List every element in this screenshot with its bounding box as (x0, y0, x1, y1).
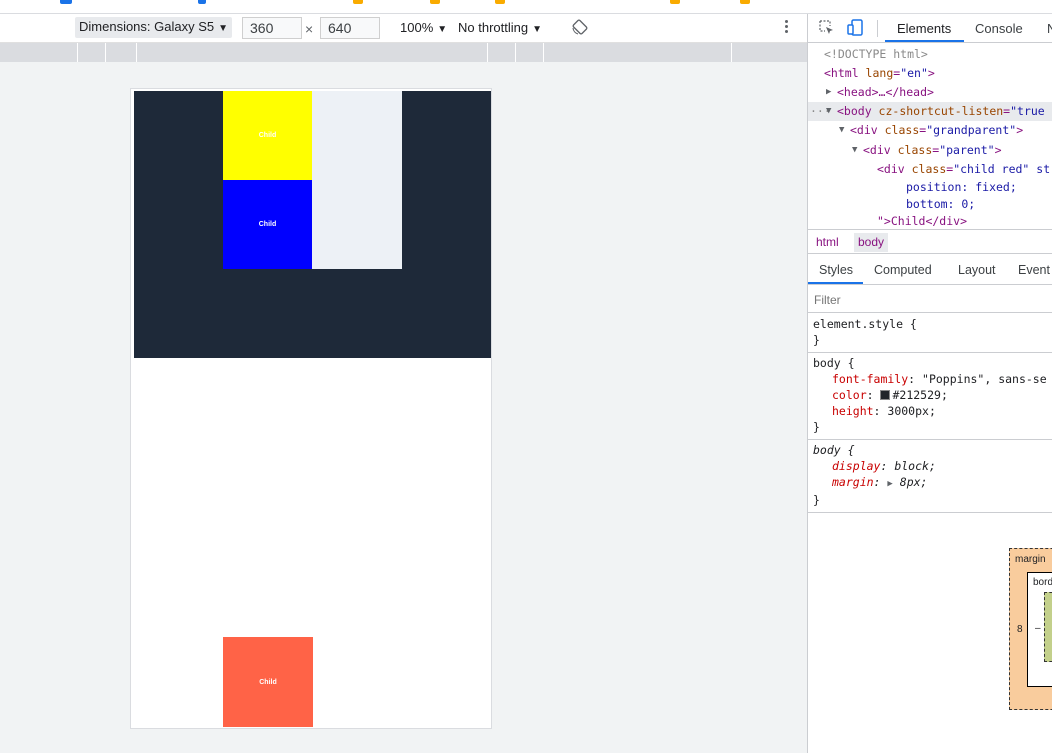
decl-margin[interactable]: margin: ▶ 8px; (813, 474, 1052, 492)
box-model-margin-left: 8 (1017, 624, 1023, 635)
dom-node-body[interactable]: ··· ▼ <body cz-shortcut-listen="true (808, 102, 1052, 121)
chevron-down-icon: ▼ (218, 23, 229, 34)
tab-console[interactable]: Console (975, 21, 1023, 36)
child-blue-box: Child (223, 180, 312, 269)
active-tab-indicator (808, 282, 863, 284)
zoom-dropdown[interactable]: 100% ▼ (400, 20, 447, 35)
tab-event-listeners[interactable]: Event (1018, 263, 1050, 277)
dom-tree: <!DOCTYPE html> <html lang="en"> ▶ <head… (808, 44, 1052, 227)
device-toolbar: Dimensions: Galaxy S5▼ × 100%▼ No thrott… (0, 14, 807, 43)
tab-next[interactable]: N (1047, 21, 1052, 36)
dimensions-label: Dimensions: Galaxy S5 (79, 19, 215, 34)
dimensions-dropdown[interactable]: Dimensions: Galaxy S5 ▼ (75, 17, 233, 38)
child-label: Child (258, 132, 277, 139)
dom-node-html[interactable]: <html lang="en"> (808, 64, 1052, 83)
box-model-diagram[interactable]: margin 8 bord – (1009, 548, 1052, 710)
dom-node-grandparent[interactable]: ▼ <div class="grandparent"> (808, 121, 1052, 140)
box-model-margin-label: margin (1015, 554, 1046, 565)
tab-icon-fragment (198, 0, 206, 4)
decl-display[interactable]: display: block; (813, 458, 1052, 474)
box-model-padding (1044, 592, 1052, 662)
tab-computed[interactable]: Computed (874, 263, 932, 277)
collapse-triangle-icon[interactable]: ▼ (839, 121, 844, 140)
tab-icon-fragment (353, 0, 363, 4)
collapse-triangle-icon[interactable]: ▼ (826, 102, 831, 121)
throttling-dropdown[interactable]: No throttling ▼ (458, 20, 542, 35)
tab-styles[interactable]: Styles (819, 263, 853, 277)
dom-node-child-close[interactable]: ">Child</div> (808, 212, 1052, 227)
breadcrumb: html body (808, 229, 1052, 254)
tab-icon-fragment (60, 0, 72, 4)
grandparent-box: Child Child (134, 91, 491, 358)
box-model-border: bord – (1027, 572, 1052, 687)
rotate-icon[interactable] (572, 19, 588, 35)
devtools-panel: Elements Console N <!DOCTYPE html> <html… (807, 14, 1052, 753)
dom-node-parent[interactable]: ▼ <div class="parent"> (808, 141, 1052, 160)
width-input[interactable] (242, 17, 302, 39)
dom-node-head[interactable]: ▶ <head>…</head> (808, 83, 1052, 102)
decl-font-family[interactable]: font-family: "Poppins", sans-se (813, 371, 1052, 387)
tab-elements[interactable]: Elements (897, 21, 951, 36)
parent-box: Child Child (223, 91, 402, 269)
child-red-fixed-box: Child (223, 637, 313, 727)
rule-body-author[interactable]: body { font-family: "Poppins", sans-se c… (808, 353, 1052, 440)
tab-icon-fragment (430, 0, 440, 4)
chevron-down-icon: ▼ (437, 24, 448, 35)
media-query-ruler[interactable] (0, 43, 807, 62)
expand-triangle-icon[interactable]: ▶ (887, 479, 892, 489)
chevron-down-icon: ▼ (532, 24, 542, 35)
collapse-triangle-icon[interactable]: ▼ (852, 141, 857, 160)
expand-triangle-icon[interactable]: ▶ (826, 83, 831, 102)
child-label: Child (259, 678, 277, 686)
breadcrumb-html[interactable]: html (816, 235, 839, 249)
more-options-icon[interactable] (780, 18, 792, 38)
browser-tab-strip (0, 0, 1052, 14)
tab-layout[interactable]: Layout (958, 263, 996, 277)
tab-icon-fragment (670, 0, 680, 4)
filter-input[interactable] (812, 290, 1048, 309)
toolbar-separator (877, 20, 878, 37)
tab-icon-fragment (495, 0, 505, 4)
box-model-border-value: – (1035, 623, 1041, 634)
devtools-tab-bar: Elements Console N (808, 14, 1052, 43)
tab-icon-fragment (740, 0, 750, 4)
rule-element-style[interactable]: element.style { } (808, 314, 1052, 353)
height-input[interactable] (320, 17, 380, 39)
device-emulation-pane: Dimensions: Galaxy S5▼ × 100%▼ No thrott… (0, 14, 807, 753)
decl-height[interactable]: height: 3000px; (813, 403, 1052, 419)
child-label: Child (258, 221, 277, 228)
device-viewport[interactable]: Child Child Child (130, 88, 492, 729)
color-swatch[interactable] (880, 390, 891, 400)
active-tab-indicator (885, 40, 964, 42)
style-rules: element.style { } body { font-family: "P… (808, 314, 1052, 513)
throttle-label: No throttling (458, 20, 529, 35)
zoom-label: 100% (400, 20, 434, 35)
styles-filter (808, 286, 1052, 313)
device-toggle-icon[interactable] (847, 19, 863, 36)
decl-color[interactable]: color: #212529; (813, 387, 1052, 403)
dom-node-doctype[interactable]: <!DOCTYPE html> (808, 45, 1052, 64)
rule-body-user-agent[interactable]: body { display: block; margin: ▶ 8px; } (808, 440, 1052, 513)
styles-tab-bar: Styles Computed Layout Event (808, 255, 1052, 285)
dom-node-child-red[interactable]: <div class="child red" st (808, 160, 1052, 179)
inspect-element-icon[interactable] (819, 20, 834, 35)
breadcrumb-body[interactable]: body (854, 233, 889, 252)
box-model-border-label: bord (1033, 577, 1052, 588)
child-yellow-box: Child (223, 91, 312, 180)
times-separator: × (305, 21, 314, 37)
